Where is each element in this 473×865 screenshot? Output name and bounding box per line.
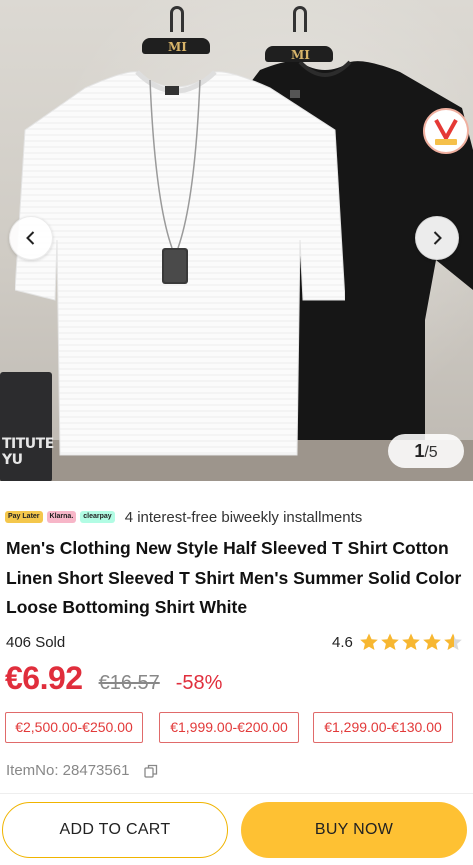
brand-badge-logo — [423, 108, 469, 154]
installment-text: 4 interest-free biweekly installments — [124, 508, 363, 526]
prev-image-button[interactable] — [9, 216, 53, 260]
divider — [0, 793, 473, 794]
discount-percent: -58% — [175, 672, 223, 694]
image-page-counter: 1/5 — [388, 434, 464, 468]
product-rating[interactable]: 4.6 — [332, 632, 464, 652]
product-image-gallery[interactable]: TITUTE YU MI MI 1/5 — [0, 0, 473, 481]
next-image-button[interactable] — [415, 216, 459, 260]
price-row: €6.92 €16.57 -58% — [5, 660, 222, 700]
product-title: Men's Clothing New Style Half Sleeved T … — [6, 538, 462, 617]
paylater-logo: Pay Later — [5, 511, 43, 523]
rating-value: 4.6 — [332, 633, 353, 651]
add-to-cart-button[interactable]: ADD TO CART — [2, 802, 228, 858]
current-image-index: 1 — [414, 441, 425, 461]
star-icon — [423, 633, 441, 650]
star-icon — [360, 633, 378, 650]
coupon-tag[interactable]: €1,299.00-€130.00 — [313, 712, 453, 743]
chevron-right-icon — [433, 231, 442, 245]
image-total: /5 — [424, 444, 438, 461]
buy-now-button[interactable]: BUY NOW — [241, 802, 467, 858]
item-number-row: ItemNo: 28473561 — [6, 762, 158, 779]
klarna-logo: Klarna. — [46, 511, 77, 523]
hanger-hook-right — [293, 6, 307, 32]
item-number: ItemNo: 28473561 — [6, 762, 130, 779]
necklace-pendant — [149, 80, 201, 284]
clearpay-logo: clearpay — [80, 511, 115, 523]
coupon-tag[interactable]: €1,999.00-€200.00 — [159, 712, 299, 743]
installment-info-row[interactable]: Pay Later Klarna. clearpay 4 interest-fr… — [5, 505, 362, 529]
half-star-icon — [444, 633, 462, 650]
sold-count: 406 Sold — [6, 634, 66, 651]
hanger-hook-left — [170, 6, 184, 32]
hanger-logo-left: MI — [168, 40, 187, 54]
current-price: €6.92 — [5, 660, 83, 696]
original-price: €16.57 — [98, 672, 160, 694]
copy-icon[interactable] — [144, 764, 158, 778]
star-icon — [402, 633, 420, 650]
chevron-left-icon — [26, 231, 35, 245]
coupon-tag[interactable]: €2,500.00-€250.00 — [5, 712, 143, 743]
star-icon — [381, 633, 399, 650]
